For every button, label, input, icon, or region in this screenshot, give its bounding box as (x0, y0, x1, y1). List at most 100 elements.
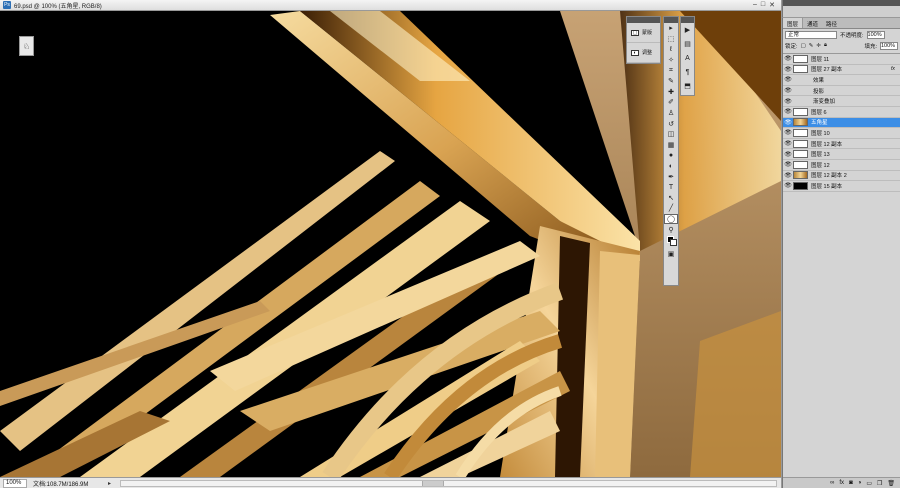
tab-channels[interactable]: 通道 (803, 18, 822, 28)
visibility-eye-icon[interactable]: 👁︎ (783, 172, 793, 179)
horizontal-scrollbar[interactable] (120, 479, 777, 487)
blend-mode-select[interactable]: 正常 (785, 30, 837, 39)
fill-field[interactable]: 100% (880, 41, 898, 50)
layer-thumbnail (793, 150, 808, 159)
path-select-tool[interactable]: ↖ (664, 193, 678, 204)
layer-name: 图层 15 副本 (811, 183, 843, 190)
healing-tool[interactable]: ✚ (664, 87, 678, 98)
panel-icon-strip: ▶ ▤ A ¶ ⬒ (680, 16, 695, 96)
character-icon[interactable]: A (681, 51, 694, 65)
layer-name: 渐变叠加 (813, 99, 836, 106)
quick-select-tool[interactable]: ✧ (664, 55, 678, 66)
visibility-eye-icon[interactable]: 👁︎ (783, 119, 793, 126)
pen-tool[interactable]: ✒ (664, 171, 678, 182)
layer-row[interactable]: 👁︎ 五角星 (783, 117, 900, 129)
eyedropper-tool[interactable]: ✎ (664, 76, 678, 87)
visibility-eye-icon[interactable]: 👁︎ (783, 129, 793, 136)
paragraph-icon[interactable]: ¶ (681, 65, 694, 79)
background-color[interactable] (670, 238, 677, 246)
folder-icon[interactable]: ▭ (866, 480, 872, 487)
floating-tool-box[interactable]: ♘ (19, 36, 34, 56)
opacity-field[interactable]: 100% (866, 30, 885, 39)
lock-position-icon[interactable]: ✛ (816, 43, 821, 49)
mask-icon[interactable]: ◙ (849, 480, 853, 486)
scroll-thumb[interactable] (422, 480, 445, 486)
layer-name: 五角星 (811, 120, 828, 127)
ellipse-tool[interactable]: ◯ (664, 213, 678, 225)
crop-tool[interactable]: ⌗ (664, 65, 678, 76)
maximize-button[interactable]: □ (761, 1, 765, 9)
quick-mask-tool[interactable]: ▣ (664, 249, 678, 260)
visibility-eye-icon[interactable]: 👁︎ (783, 55, 793, 62)
visibility-eye-icon[interactable]: 👁︎ (783, 98, 793, 105)
layer-row[interactable]: 👁︎ 图层 10 (783, 128, 900, 139)
layers-panel-topbar[interactable] (782, 0, 900, 18)
layer-row[interactable]: 👁︎ 图层 15 副本 (783, 181, 900, 192)
stamp-tool[interactable]: ♙ (664, 108, 678, 119)
color-swatches[interactable] (664, 235, 678, 249)
shape-tool[interactable]: ╱ (664, 203, 678, 214)
brush-tool[interactable]: ✐ (664, 97, 678, 108)
zoom-tool[interactable]: ⚲ (664, 224, 678, 235)
zoom-field[interactable]: 100% (3, 478, 27, 488)
visibility-eye-icon[interactable]: 👁︎ (783, 87, 793, 94)
tools-panel: ▸ ⬚ ℓ ✧ ⌗ ✎ ✚ ✐ ♙ ↺ ◫ ▦ ● ◐ ✒ T ↖ ╱ ◯ ⚲ ▣ (663, 16, 679, 286)
move-tool[interactable]: ▸ (664, 23, 678, 34)
layer-name: 效果 (813, 77, 825, 84)
minimize-button[interactable]: – (753, 1, 757, 9)
type-tool[interactable]: T (664, 182, 678, 193)
eraser-tool[interactable]: ◫ (664, 129, 678, 140)
layer-row[interactable]: 👁︎ 图层 6 (783, 107, 900, 118)
layer-row[interactable]: 👁︎ 图层 12 (783, 160, 900, 171)
blend-options: 正常 不透明度: 100% (783, 29, 900, 40)
visibility-eye-icon[interactable]: 👁︎ (783, 151, 793, 158)
visibility-eye-icon[interactable]: 👁︎ (783, 182, 793, 189)
adjust-icon: ◐ (631, 49, 639, 56)
panel-item-label: 蒙版 (642, 30, 653, 36)
lock-transparency-icon[interactable]: ▢ (801, 43, 806, 49)
status-menu-arrow-icon[interactable]: ▸ (108, 480, 116, 487)
actions-icon[interactable]: ▶ (681, 23, 694, 37)
history-brush-tool[interactable]: ↺ (664, 118, 678, 129)
document-titlebar[interactable]: Ps 69.psd @ 100% (五角星, RGB/8) – □ ✕ (0, 0, 781, 11)
link-icon[interactable]: ∞ (830, 480, 834, 486)
layer-name: 图层 12 副本 (811, 141, 843, 148)
layer-effect-row[interactable]: 👁︎ 效果 (783, 75, 900, 86)
new-layer-icon[interactable]: ❐ (877, 480, 882, 487)
adjustment-icon[interactable]: ◑ (858, 480, 862, 486)
layer-effect-row[interactable]: 👁︎ 投影 (783, 86, 900, 97)
visibility-eye-icon[interactable]: 👁︎ (783, 66, 793, 73)
panel-item-mask[interactable]: ▢ 蒙版 (627, 23, 660, 43)
visibility-eye-icon[interactable]: 👁︎ (783, 76, 793, 83)
layer-name: 图层 6 (811, 109, 827, 116)
gradient-tool[interactable]: ▦ (664, 140, 678, 151)
dodge-tool[interactable]: ◐ (664, 161, 678, 172)
puppet-icon: ♘ (22, 41, 31, 51)
trash-icon[interactable]: 🗑︎ (887, 480, 895, 487)
layer-name: 图层 10 (811, 130, 830, 137)
layer-effect-row[interactable]: 👁︎ 渐变叠加 (783, 96, 900, 107)
layer-row[interactable]: 👁︎ 图层 27 副本 fx (783, 65, 900, 76)
fx-icon[interactable]: fx (839, 480, 844, 486)
panel-item-label: 调整 (642, 50, 653, 56)
lock-pixels-icon[interactable]: ✎ (809, 43, 814, 49)
close-button[interactable]: ✕ (769, 1, 775, 9)
visibility-eye-icon[interactable]: 👁︎ (783, 108, 793, 115)
tab-paths[interactable]: 路径 (822, 18, 841, 28)
tab-layers[interactable]: 图层 (783, 18, 804, 28)
lock-all-icon[interactable]: 🔒︎ (824, 42, 827, 49)
layer-thumbnail (793, 160, 808, 169)
marquee-tool[interactable]: ⬚ (664, 34, 678, 45)
layer-row[interactable]: 👁︎ 图层 11 (783, 54, 900, 65)
visibility-eye-icon[interactable]: 👁︎ (783, 140, 793, 147)
panel-item-adjust[interactable]: ◐ 调整 (627, 43, 660, 63)
blur-tool[interactable]: ● (664, 150, 678, 161)
layer-row[interactable]: 👁︎ 图层 12 副本 2 (783, 171, 900, 182)
layer-row[interactable]: 👁︎ 图层 12 副本 (783, 139, 900, 150)
lasso-tool[interactable]: ℓ (664, 44, 678, 55)
layer-row[interactable]: 👁︎ 图层 13 (783, 149, 900, 160)
info-icon[interactable]: ⬒ (681, 79, 694, 93)
visibility-eye-icon[interactable]: 👁︎ (783, 161, 793, 168)
histogram-icon[interactable]: ▤ (681, 37, 694, 51)
layer-fx-badge[interactable]: fx (891, 66, 900, 72)
